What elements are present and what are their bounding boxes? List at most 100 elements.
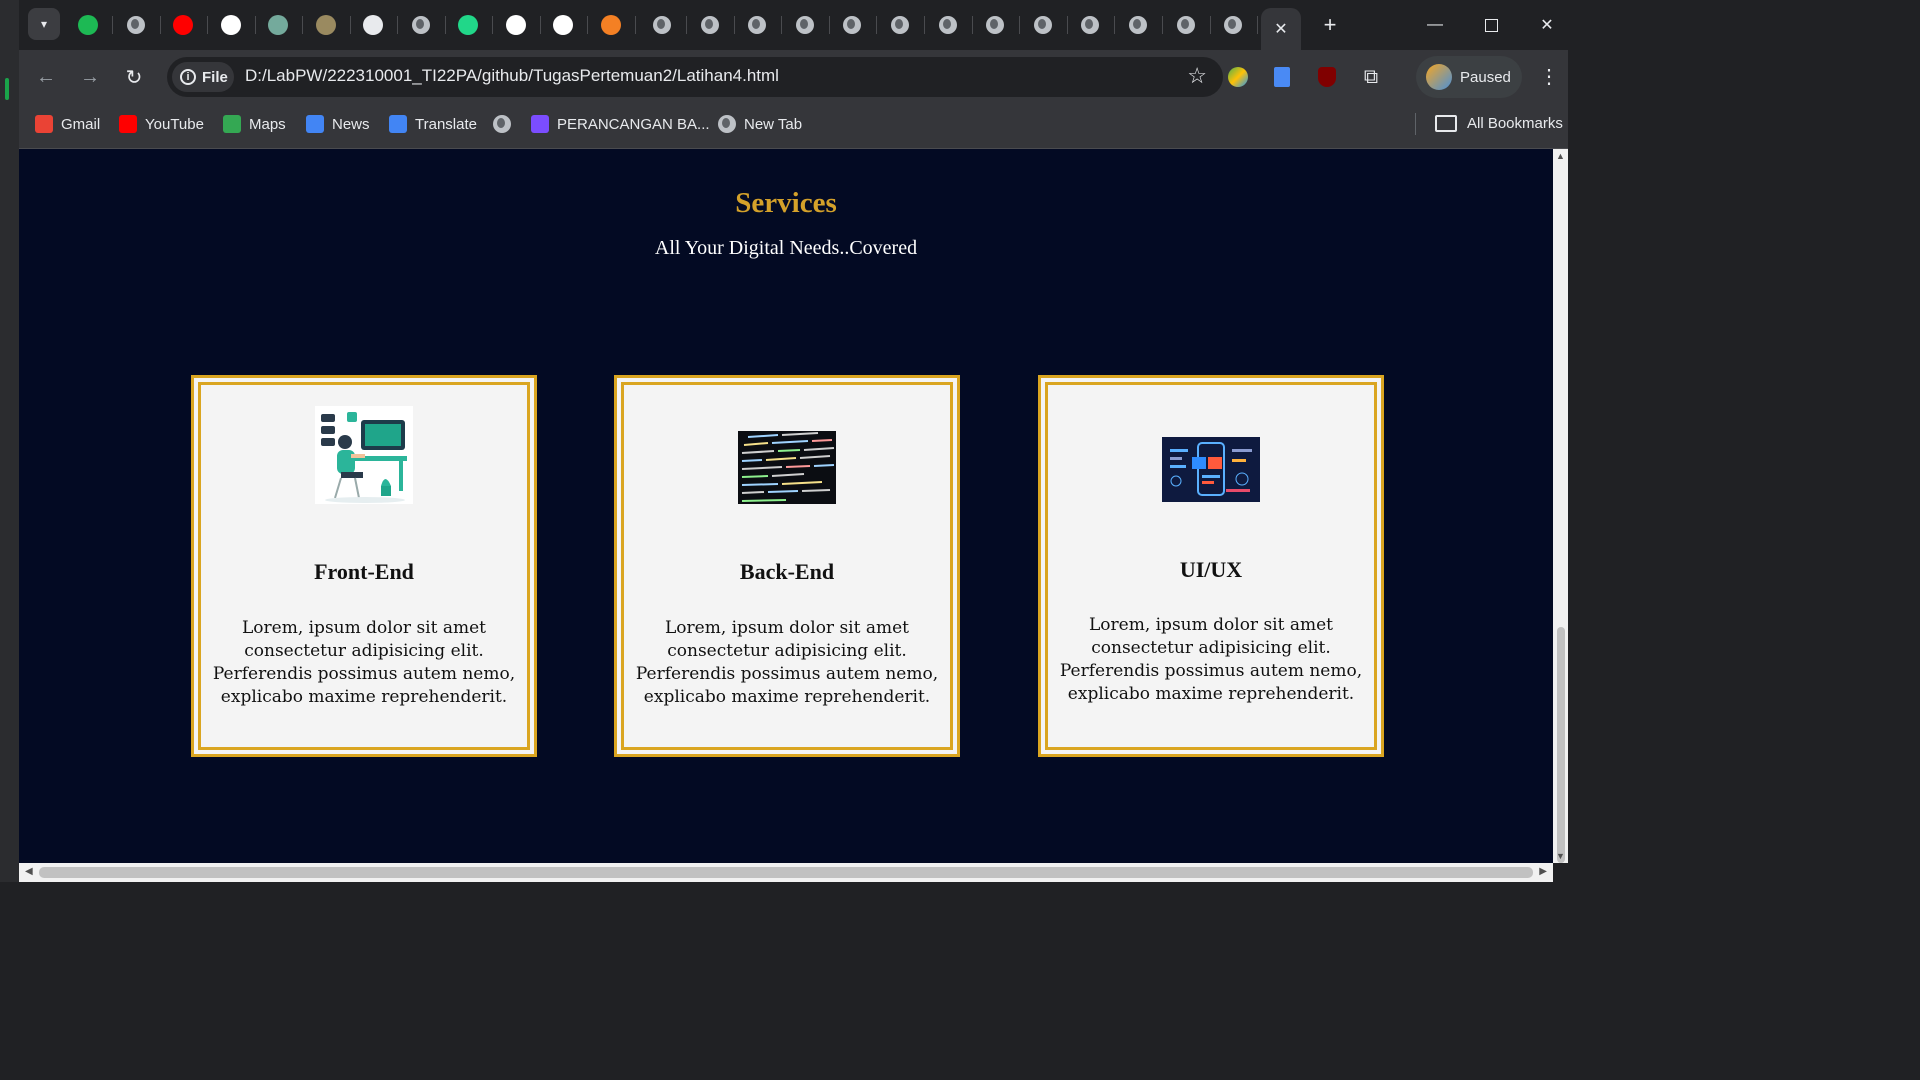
bookmark-star-icon[interactable]: ☆ — [1187, 63, 1207, 89]
bookmark-item[interactable]: PERANCANGAN BA... — [531, 115, 710, 133]
tab-separator — [444, 16, 446, 34]
browser-tab[interactable] — [790, 10, 830, 40]
card-title: Back-End — [739, 559, 835, 584]
browser-tab[interactable] — [501, 10, 541, 40]
browser-menu-icon[interactable]: ⋮ — [1539, 64, 1559, 90]
pycharm-icon — [458, 15, 478, 35]
browser-tab[interactable] — [837, 10, 878, 40]
browser-tab[interactable] — [548, 10, 588, 40]
forward-button[interactable]: → — [75, 62, 105, 92]
tab-separator — [492, 16, 493, 34]
extensions-puzzle-icon[interactable]: ⧉ — [1358, 64, 1384, 90]
chatgpt-icon — [268, 15, 288, 35]
tab-separator — [686, 16, 687, 34]
site-chip-label: File — [202, 68, 228, 86]
taskbar-accent — [5, 78, 9, 100]
scroll-right-arrow-icon[interactable]: ▶ — [1539, 866, 1547, 877]
url-text[interactable]: D:/LabPW/222310001_TI22PA/github/TugasPe… — [245, 66, 779, 86]
address-bar[interactable]: i File D:/LabPW/222310001_TI22PA/github/… — [167, 57, 1223, 97]
browser-tab[interactable] — [168, 10, 208, 40]
browser-tab[interactable] — [1123, 10, 1163, 40]
bookmark-item[interactable] — [493, 115, 519, 133]
browser-tab[interactable] — [980, 10, 1021, 40]
browser-tab[interactable] — [933, 10, 973, 40]
browser-tab[interactable] — [885, 10, 925, 40]
news-icon — [306, 115, 324, 133]
card-text: Lorem, ipsum dolor sit amet consectetur … — [212, 618, 516, 707]
browser-tab[interactable] — [742, 10, 783, 40]
reload-button[interactable]: ↻ — [119, 62, 149, 92]
info-icon: i — [180, 69, 196, 85]
bookmark-item[interactable]: Translate — [389, 115, 477, 133]
tab-separator — [159, 16, 161, 34]
profile-button[interactable]: Paused — [1416, 56, 1522, 98]
all-bookmarks-label: All Bookmarks — [1467, 115, 1563, 132]
profile-status: Paused — [1460, 68, 1511, 86]
minimize-icon: — — [1427, 16, 1443, 33]
front-end-illustration — [315, 406, 413, 504]
browser-tab[interactable] — [647, 10, 687, 40]
maximize-button[interactable] — [1471, 10, 1511, 40]
bookmark-item[interactable]: Gmail — [35, 115, 100, 133]
globe-icon — [411, 16, 430, 34]
globe-icon — [1129, 16, 1147, 34]
browser-tab[interactable] — [216, 10, 256, 40]
bookmark-item[interactable]: Maps — [223, 115, 286, 133]
browser-tab[interactable] — [596, 10, 636, 40]
page-viewport: Services All Your Digital Needs..Covered… — [19, 149, 1553, 863]
browser-tab[interactable] — [311, 10, 351, 40]
site-info-chip[interactable]: i File — [172, 62, 234, 92]
extension-globe-icon[interactable] — [1225, 64, 1251, 90]
close-window-button[interactable]: ✕ — [1527, 10, 1567, 40]
avatar — [1426, 64, 1452, 90]
browser-tab[interactable] — [1028, 10, 1068, 40]
tab-separator — [207, 16, 208, 34]
browser-tab[interactable] — [1075, 10, 1116, 40]
bookmark-label: New Tab — [744, 115, 803, 133]
browser-tab[interactable] — [73, 10, 113, 40]
globe-icon — [1176, 16, 1195, 34]
browser-tab[interactable] — [406, 10, 446, 40]
bookmark-item[interactable]: New Tab — [718, 115, 802, 133]
browser-tab[interactable] — [121, 10, 161, 40]
scroll-left-arrow-icon[interactable]: ◀ — [25, 866, 33, 877]
vertical-scrollbar[interactable]: ▲ ▼ — [1553, 149, 1568, 863]
browser-tab[interactable] — [695, 10, 735, 40]
gmail-icon — [35, 115, 53, 133]
tab-separator — [1257, 16, 1259, 34]
bookmark-label: YouTube — [145, 115, 204, 133]
new-tab-button[interactable]: + — [1315, 10, 1345, 40]
horizontal-scrollbar[interactable]: ◀ ▶ — [19, 863, 1553, 882]
globe-icon — [1033, 16, 1052, 34]
tab-separator — [349, 16, 351, 34]
globe-icon — [1081, 16, 1100, 34]
minimize-button[interactable]: — — [1415, 10, 1455, 40]
browser-tab[interactable] — [358, 10, 398, 40]
browser-tab[interactable] — [453, 10, 493, 40]
scrollbar-thumb[interactable] — [39, 867, 1533, 878]
extension-book-icon[interactable] — [1269, 64, 1295, 90]
back-button[interactable]: ← — [31, 62, 61, 92]
active-tab-close-button[interactable]: ✕ — [1261, 8, 1301, 50]
scroll-up-arrow-icon[interactable]: ▲ — [1556, 151, 1565, 161]
all-bookmarks-button[interactable]: All Bookmarks — [1435, 115, 1563, 132]
scroll-down-arrow-icon[interactable]: ▼ — [1556, 851, 1565, 861]
tab-separator — [1066, 16, 1068, 34]
tab-separator — [539, 16, 541, 34]
bookmark-item[interactable]: News — [306, 115, 370, 133]
translate-icon — [389, 115, 407, 133]
globe-icon — [891, 16, 909, 34]
yu-icon — [505, 15, 526, 35]
bookmark-label: News — [332, 115, 370, 133]
ublock-icon[interactable] — [1314, 64, 1340, 90]
maps-icon — [223, 115, 241, 133]
tab-separator — [587, 16, 588, 34]
folder-icon — [1435, 115, 1457, 132]
browser-tab[interactable] — [263, 10, 303, 40]
browser-tab[interactable] — [1218, 10, 1259, 40]
document-icon — [363, 15, 383, 35]
browser-tab[interactable] — [1171, 10, 1211, 40]
bookmark-item[interactable]: YouTube — [119, 115, 204, 133]
tab-search-button[interactable]: ▾ — [28, 8, 60, 40]
scrollbar-thumb[interactable] — [1557, 627, 1565, 863]
